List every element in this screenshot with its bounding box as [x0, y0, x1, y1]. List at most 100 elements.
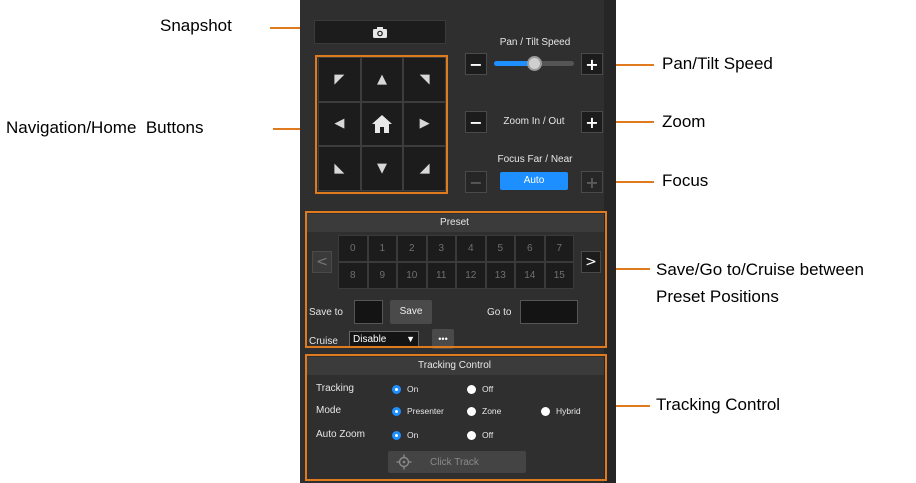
chevron-left-icon: < — [316, 254, 328, 270]
callout-preset-line1: Save/Go to/Cruise between — [656, 260, 864, 279]
tracking-off-label: Off — [482, 384, 494, 394]
minus-icon: − — [469, 172, 483, 192]
preset-prev-button[interactable]: < — [312, 251, 332, 273]
radio-selected-icon — [392, 430, 401, 440]
arrow-down-icon: ▼ — [376, 161, 387, 177]
camera-icon — [373, 26, 387, 38]
preset-grid: 0 1 2 3 4 5 6 7 8 9 10 11 12 13 14 15 — [338, 235, 574, 289]
nav-up-right-button[interactable]: ◥ — [403, 57, 446, 102]
callout-preset-line2: Preset Positions — [656, 287, 779, 306]
tracking-label: Tracking — [316, 383, 354, 394]
pan-tilt-plus-button[interactable]: + — [581, 53, 603, 75]
preset-slot[interactable]: 7 — [544, 235, 574, 262]
autozoom-on-label: On — [407, 430, 419, 440]
callout-tracking: Tracking Control — [656, 395, 781, 414]
zoom-in-button[interactable]: + — [581, 111, 603, 133]
click-track-label: Click Track — [430, 456, 479, 468]
radio-icon — [467, 406, 476, 416]
radio-icon — [541, 406, 550, 416]
arrow-left-icon: ◀ — [334, 116, 345, 132]
pan-tilt-speed-slider[interactable] — [494, 56, 574, 71]
radio-icon — [467, 384, 476, 394]
save-to-input[interactable] — [354, 300, 383, 324]
mode-presenter-label: Presenter — [407, 406, 444, 416]
mode-hybrid-label: Hybrid — [556, 406, 581, 416]
arrow-up-left-icon: ◤ — [334, 71, 345, 87]
cruise-select-value: Disable — [353, 334, 387, 345]
preset-slot[interactable]: 0 — [338, 235, 368, 262]
focus-label: Focus Far / Near — [497, 154, 573, 165]
autozoom-off-label: Off — [482, 430, 494, 440]
arrow-up-icon: ▲ — [376, 71, 387, 87]
focus-near-button[interactable]: − — [465, 171, 487, 193]
tracking-on-radio[interactable]: On — [392, 384, 418, 394]
panel-scroll-edge — [604, 0, 616, 483]
zoom-out-button[interactable]: − — [465, 111, 487, 133]
chevron-right-icon: > — [585, 254, 597, 270]
autozoom-off-radio[interactable]: Off — [467, 430, 493, 440]
preset-slot[interactable]: 9 — [367, 262, 397, 289]
slider-knob[interactable] — [526, 56, 542, 71]
preset-slot[interactable]: 11 — [426, 262, 456, 289]
preset-slot[interactable]: 2 — [397, 235, 427, 262]
preset-slot[interactable]: 13 — [485, 262, 515, 289]
mode-zone-label: Zone — [482, 406, 502, 416]
focus-auto-button[interactable]: Auto — [500, 172, 568, 190]
nav-home-button[interactable] — [360, 101, 404, 147]
cruise-more-button[interactable]: ••• — [432, 329, 454, 349]
save-to-label: Save to — [309, 307, 343, 318]
home-icon — [371, 114, 392, 133]
preset-next-button[interactable]: > — [581, 251, 601, 273]
preset-slot[interactable]: 1 — [367, 235, 397, 262]
mode-hybrid-radio[interactable]: Hybrid — [541, 406, 581, 416]
tracking-header: Tracking Control — [305, 357, 604, 375]
cruise-select[interactable]: Disable ▼ — [349, 331, 419, 348]
nav-up-button[interactable]: ▲ — [360, 57, 404, 102]
mode-zone-radio[interactable]: Zone — [467, 406, 501, 416]
preset-slot[interactable]: 4 — [456, 235, 486, 262]
nav-right-button[interactable]: ▶ — [403, 101, 446, 147]
arrow-down-right-icon: ◢ — [419, 161, 430, 177]
save-button[interactable]: Save — [390, 300, 432, 324]
preset-slot[interactable]: 12 — [456, 262, 486, 289]
pan-tilt-minus-button[interactable]: − — [465, 53, 487, 75]
more-icon: ••• — [438, 334, 448, 344]
preset-slot[interactable]: 14 — [515, 262, 545, 289]
preset-slot[interactable]: 10 — [397, 262, 427, 289]
plus-icon: + — [585, 172, 599, 192]
callout-focus: Focus — [662, 171, 709, 190]
nav-down-left-button[interactable]: ◣ — [318, 146, 361, 191]
preset-slot[interactable]: 8 — [338, 262, 368, 289]
callout-zoom: Zoom — [662, 112, 706, 131]
click-track-button[interactable]: Click Track — [388, 451, 526, 473]
arrow-up-right-icon: ◥ — [419, 71, 430, 87]
radio-selected-icon — [392, 406, 401, 416]
focus-far-button[interactable]: + — [581, 171, 603, 193]
callout-snapshot: Snapshot — [160, 16, 232, 35]
callout-nav-home: Navigation/Home Buttons — [6, 118, 204, 137]
crosshair-icon — [396, 454, 412, 470]
preset-slot[interactable]: 5 — [485, 235, 515, 262]
navigation-pad: ◤ ▲ ◥ ◀ ▶ ◣ ▼ ◢ — [318, 57, 446, 191]
go-to-label: Go to — [487, 307, 512, 318]
go-to-input[interactable] — [520, 300, 578, 324]
plus-icon: + — [585, 54, 599, 74]
tracking-off-radio[interactable]: Off — [467, 384, 493, 394]
radio-icon — [467, 430, 476, 440]
callout-pan-tilt-speed: Pan/Tilt Speed — [662, 54, 773, 73]
nav-up-left-button[interactable]: ◤ — [318, 57, 361, 102]
nav-down-button[interactable]: ▼ — [360, 146, 404, 191]
radio-selected-icon — [392, 384, 401, 394]
autozoom-on-radio[interactable]: On — [392, 430, 418, 440]
snapshot-button[interactable] — [314, 20, 446, 44]
minus-icon: − — [469, 54, 483, 74]
nav-left-button[interactable]: ◀ — [318, 101, 361, 147]
nav-down-right-button[interactable]: ◢ — [403, 146, 446, 191]
arrow-down-left-icon: ◣ — [334, 161, 345, 177]
preset-slot[interactable]: 15 — [544, 262, 574, 289]
mode-presenter-radio[interactable]: Presenter — [392, 406, 444, 416]
preset-slot[interactable]: 3 — [426, 235, 456, 262]
pan-tilt-speed-label: Pan / Tilt Speed — [499, 37, 571, 48]
chevron-down-icon: ▼ — [406, 334, 415, 344]
preset-slot[interactable]: 6 — [515, 235, 545, 262]
